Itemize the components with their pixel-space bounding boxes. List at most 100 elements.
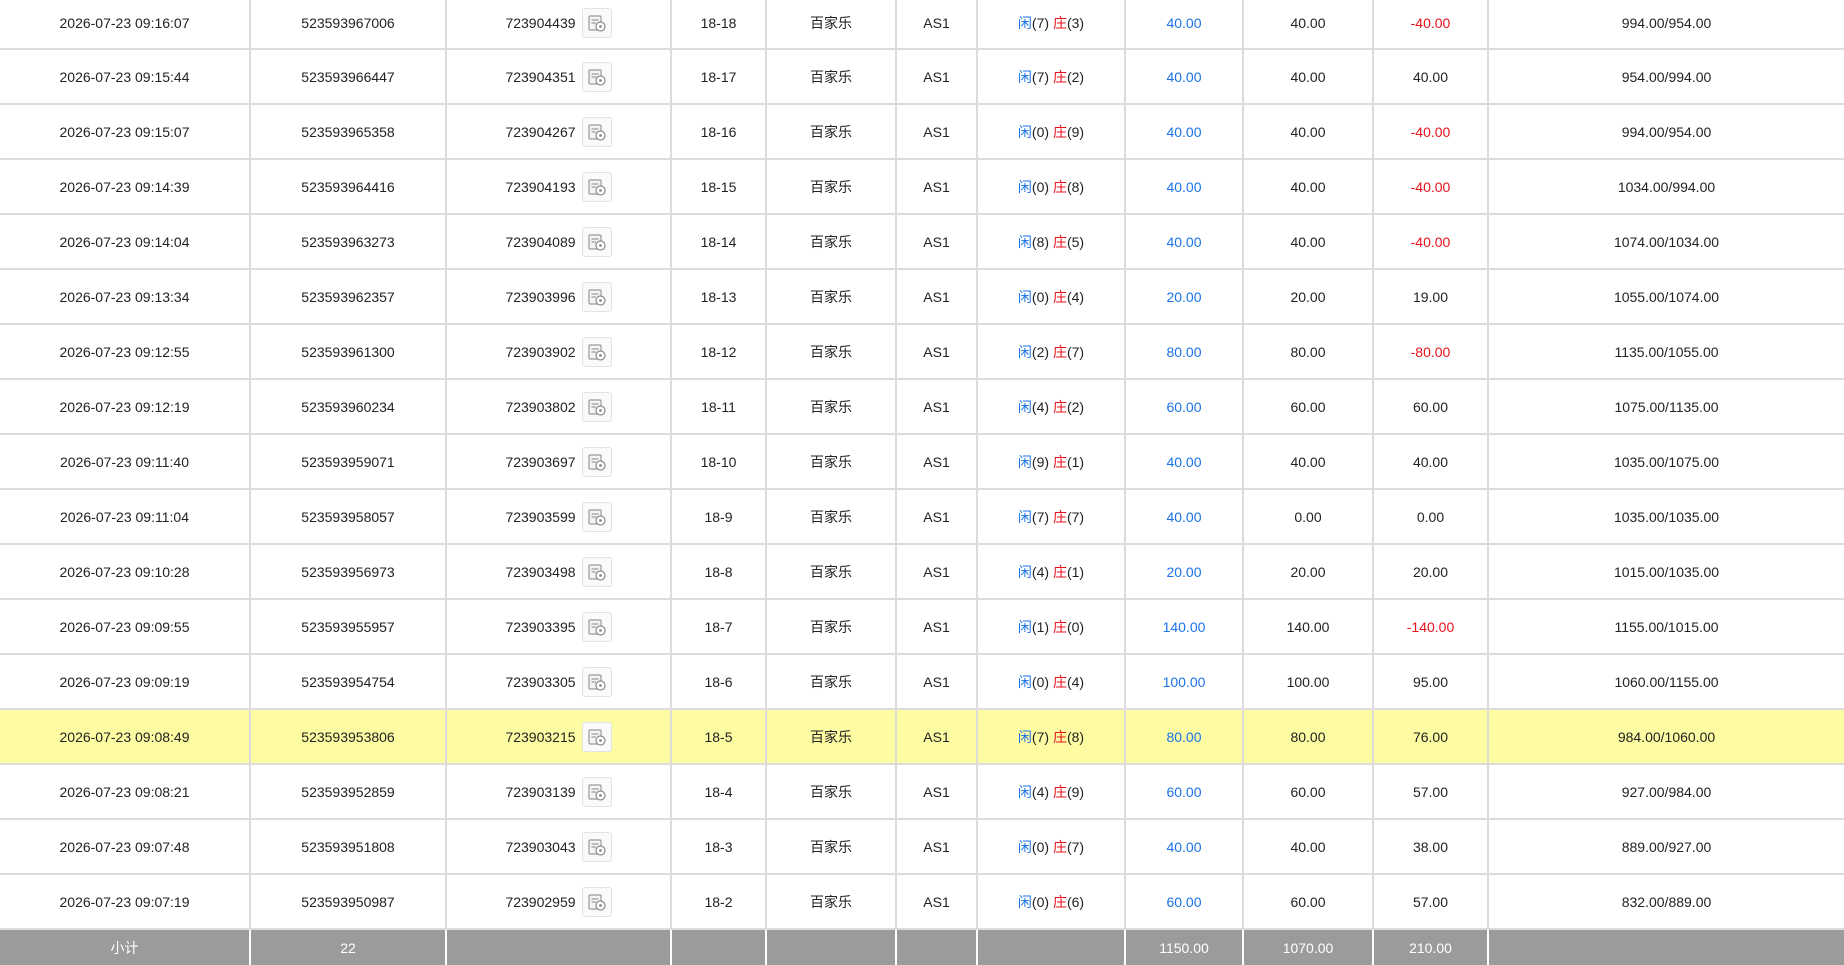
round-id-cell: 723903395 — [446, 599, 672, 655]
bet-row: 2026-07-23 09:10:28 523593956973 7239034… — [0, 544, 1844, 600]
win-loss-amount: -40.00 — [1373, 159, 1489, 215]
replay-detail-icon[interactable] — [581, 776, 612, 807]
replay-detail-icon[interactable] — [581, 721, 612, 752]
player-label: 闲 — [1017, 563, 1032, 580]
subtotal-count: 22 — [250, 929, 447, 965]
balance-before-after: 984.00/1060.00 — [1488, 709, 1844, 765]
bet-time: 2026-07-23 09:12:19 — [0, 379, 251, 435]
shoe-round: 18-8 — [671, 544, 767, 600]
game-type: 百家乐 — [766, 544, 897, 600]
bet-time: 2026-07-23 09:15:44 — [0, 49, 251, 105]
replay-detail-icon[interactable] — [581, 831, 612, 862]
shoe-round: 18-2 — [671, 874, 767, 930]
player-label: 闲 — [1017, 673, 1032, 690]
bet-amount: 140.00 — [1125, 599, 1244, 655]
replay-detail-icon[interactable] — [581, 886, 612, 917]
shoe-round: 18-7 — [671, 599, 767, 655]
table-code: AS1 — [896, 764, 978, 820]
subtotal-row: 小计 22 1150.00 1070.00 210.00 — [0, 929, 1844, 965]
round-id-cell: 723903043 — [446, 819, 672, 875]
shoe-round: 18-11 — [671, 379, 767, 435]
bet-amount: 60.00 — [1125, 874, 1244, 930]
balance-before-after: 927.00/984.00 — [1488, 764, 1844, 820]
valid-bet-amount: 0.00 — [1243, 489, 1374, 545]
replay-detail-icon[interactable] — [581, 446, 612, 477]
bet-amount: 60.00 — [1125, 764, 1244, 820]
valid-bet-amount: 40.00 — [1243, 214, 1374, 270]
bet-history-table: 2026-07-23 09:16:07 523593967006 7239044… — [0, 0, 1844, 965]
bet-id: 523593956973 — [250, 544, 447, 600]
balance-before-after: 1135.00/1055.00 — [1488, 324, 1844, 380]
table-code: AS1 — [896, 269, 978, 325]
bet-row: 2026-07-23 09:12:19 523593960234 7239038… — [0, 379, 1844, 435]
banker-close-paren: ) — [1079, 563, 1085, 580]
valid-bet-amount: 40.00 — [1243, 819, 1374, 875]
player-close-paren: ) — [1044, 508, 1050, 525]
player-close-paren: ) — [1044, 893, 1050, 910]
table-code: AS1 — [896, 214, 978, 270]
round-id: 723903902 — [505, 343, 576, 360]
replay-detail-icon[interactable] — [581, 281, 612, 312]
banker-label: 庄 — [1052, 15, 1067, 31]
replay-detail-icon[interactable] — [581, 336, 612, 367]
replay-detail-icon[interactable] — [581, 61, 612, 92]
bet-time: 2026-07-23 09:07:48 — [0, 819, 251, 875]
shoe-round: 18-14 — [671, 214, 767, 270]
round-id-cell: 723903305 — [446, 654, 672, 710]
balance-before-after: 1035.00/1035.00 — [1488, 489, 1844, 545]
game-type: 百家乐 — [766, 819, 897, 875]
game-result: 闲(0) 庄(4) — [977, 654, 1126, 710]
valid-bet-amount: 40.00 — [1243, 104, 1374, 160]
bet-id: 523593962357 — [250, 269, 447, 325]
round-id: 723903697 — [505, 453, 576, 470]
win-loss-amount: 57.00 — [1373, 874, 1489, 930]
replay-detail-icon[interactable] — [581, 171, 612, 202]
player-label: 闲 — [1017, 288, 1032, 305]
shoe-round: 18-13 — [671, 269, 767, 325]
valid-bet-amount: 20.00 — [1243, 544, 1374, 600]
replay-detail-icon[interactable] — [581, 116, 612, 147]
table-code: AS1 — [896, 0, 978, 50]
replay-detail-icon[interactable] — [581, 8, 612, 38]
table-code: AS1 — [896, 874, 978, 930]
banker-label: 庄 — [1052, 783, 1067, 800]
shoe-round: 18-3 — [671, 819, 767, 875]
balance-before-after: 1074.00/1034.00 — [1488, 214, 1844, 270]
game-type: 百家乐 — [766, 214, 897, 270]
balance-before-after: 1034.00/994.00 — [1488, 159, 1844, 215]
round-id: 723903139 — [505, 783, 576, 800]
bet-amount: 40.00 — [1125, 49, 1244, 105]
bet-time: 2026-07-23 09:14:39 — [0, 159, 251, 215]
bet-row: 2026-07-23 09:12:55 523593961300 7239039… — [0, 324, 1844, 380]
bet-row: 2026-07-23 09:16:07 523593967006 7239044… — [0, 0, 1844, 50]
replay-detail-icon[interactable] — [581, 611, 612, 642]
win-loss-amount: 76.00 — [1373, 709, 1489, 765]
game-type: 百家乐 — [766, 269, 897, 325]
replay-detail-icon[interactable] — [581, 666, 612, 697]
round-id: 723904193 — [505, 178, 576, 195]
replay-detail-icon[interactable] — [581, 556, 612, 587]
player-label: 闲 — [1017, 15, 1032, 31]
win-loss-amount: 60.00 — [1373, 379, 1489, 435]
replay-detail-icon[interactable] — [581, 226, 612, 257]
banker-label: 庄 — [1052, 288, 1067, 305]
bet-row: 2026-07-23 09:08:21 523593952859 7239031… — [0, 764, 1844, 820]
player-close-paren: ) — [1044, 123, 1050, 140]
player-close-paren: ) — [1044, 15, 1050, 31]
bet-time: 2026-07-23 09:10:28 — [0, 544, 251, 600]
game-type: 百家乐 — [766, 0, 897, 50]
game-result: 闲(8) 庄(5) — [977, 214, 1126, 270]
win-loss-amount: -40.00 — [1373, 214, 1489, 270]
table-code: AS1 — [896, 489, 978, 545]
bet-time: 2026-07-23 09:07:19 — [0, 874, 251, 930]
valid-bet-amount: 60.00 — [1243, 874, 1374, 930]
player-close-paren: ) — [1044, 563, 1050, 580]
banker-label: 庄 — [1052, 233, 1067, 250]
bet-time: 2026-07-23 09:15:07 — [0, 104, 251, 160]
round-id-cell: 723904351 — [446, 49, 672, 105]
player-label: 闲 — [1017, 123, 1032, 140]
replay-detail-icon[interactable] — [581, 501, 612, 532]
replay-detail-icon[interactable] — [581, 391, 612, 422]
table-code: AS1 — [896, 599, 978, 655]
valid-bet-amount: 140.00 — [1243, 599, 1374, 655]
